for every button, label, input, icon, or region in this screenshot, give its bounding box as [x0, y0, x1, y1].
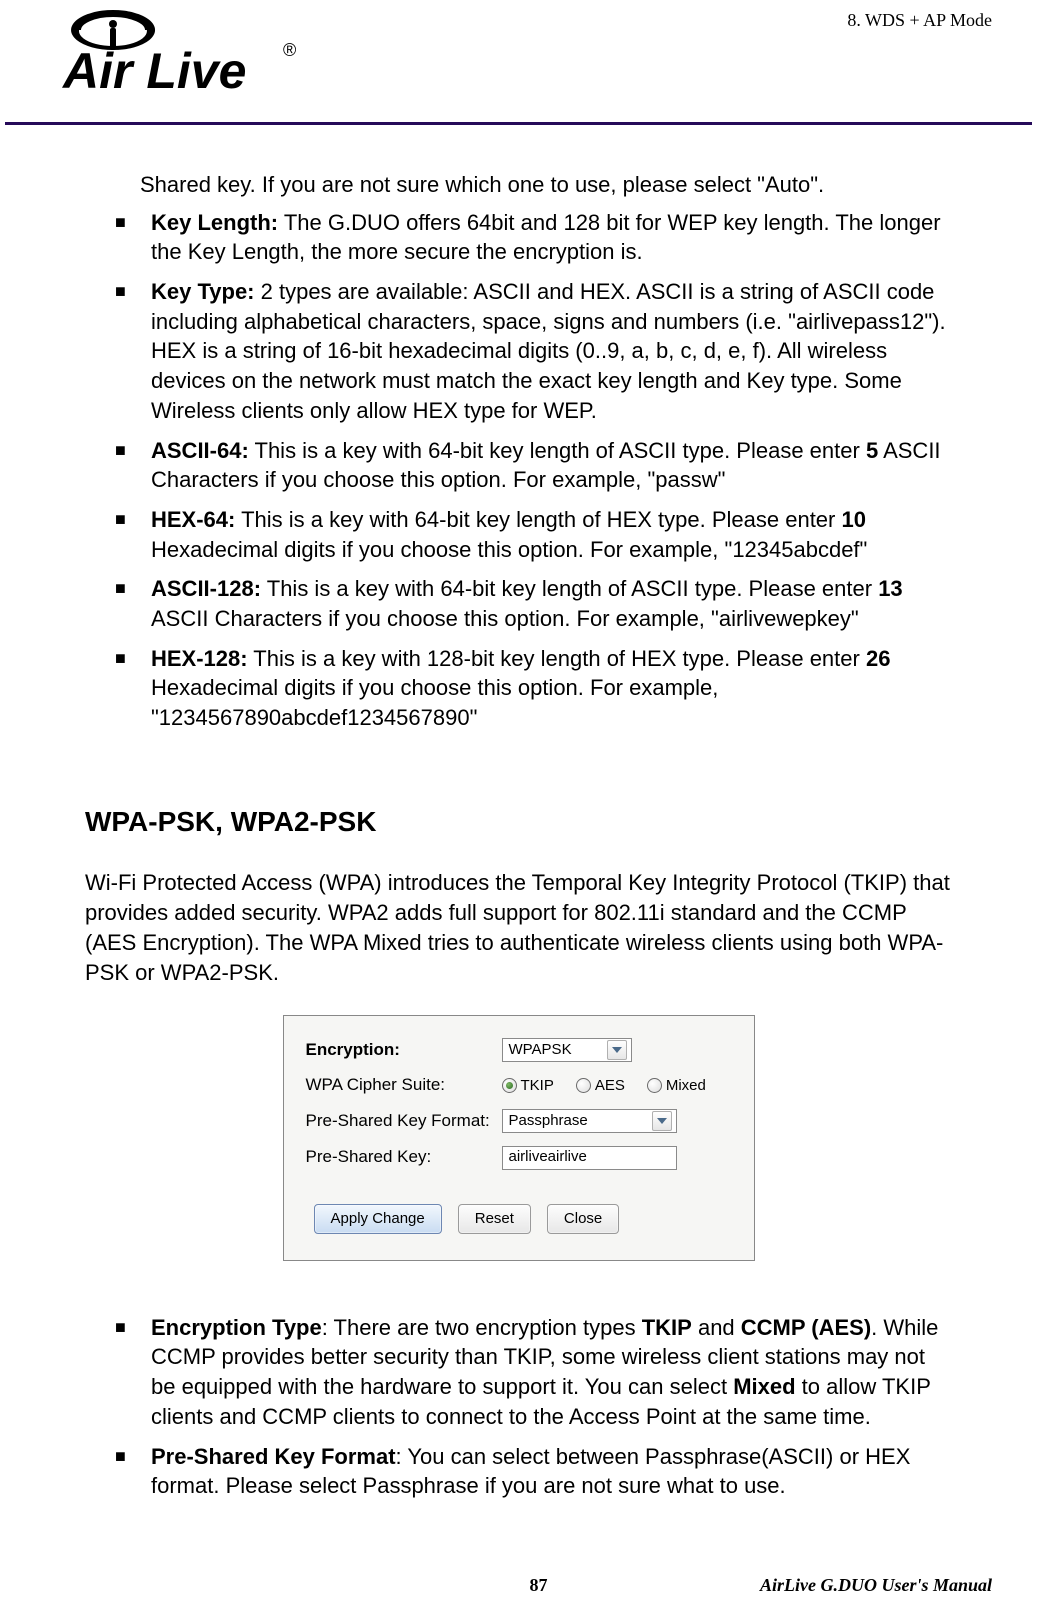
- param-name: Key Type:: [151, 279, 255, 304]
- page-number: 87: [530, 1575, 548, 1596]
- page-header: 8. WDS + AP Mode Air Live ®: [85, 10, 952, 130]
- param-value: 10: [841, 507, 865, 532]
- radio-icon: [502, 1078, 517, 1093]
- param-desc: This is a key with 64-bit key length of …: [249, 438, 866, 463]
- param-value: Mixed: [733, 1374, 795, 1399]
- param-desc: and: [692, 1315, 741, 1340]
- cipher-radio-mixed[interactable]: Mixed: [647, 1076, 706, 1096]
- wpa-section-body: Wi-Fi Protected Access (WPA) introduces …: [85, 868, 952, 987]
- param-desc: : There are two encryption types: [322, 1315, 642, 1340]
- cipher-radio-aes[interactable]: AES: [576, 1076, 625, 1096]
- wep-params-list: Key Length: The G.DUO offers 64bit and 1…: [85, 208, 952, 743]
- param-desc: This is a key with 64-bit key length of …: [261, 576, 878, 601]
- param-desc: Hexadecimal digits if you choose this op…: [151, 537, 867, 562]
- preshared-key-input[interactable]: airliveairlive: [502, 1146, 677, 1170]
- param-desc: ASCII Characters if you choose this opti…: [151, 606, 859, 631]
- encryption-label: Encryption:: [306, 1039, 502, 1062]
- key-format-label: Pre-Shared Key Format:: [306, 1110, 502, 1133]
- param-value: 5: [866, 438, 878, 463]
- radio-label: Mixed: [666, 1076, 706, 1096]
- manual-title: AirLive G.DUO User's Manual: [760, 1575, 992, 1596]
- chevron-down-icon: [652, 1111, 672, 1131]
- param-name: ASCII-128:: [151, 576, 261, 601]
- radio-icon: [647, 1078, 662, 1093]
- param-desc: This is a key with 64-bit key length of …: [235, 507, 841, 532]
- param-value: 13: [878, 576, 902, 601]
- param-value: CCMP (AES): [741, 1315, 871, 1340]
- key-format-value: Passphrase: [509, 1111, 588, 1131]
- svg-text:Air Live: Air Live: [61, 43, 246, 99]
- list-item: Encryption Type: There are two encryptio…: [115, 1313, 952, 1442]
- radio-label: TKIP: [521, 1076, 554, 1096]
- apply-change-button[interactable]: Apply Change: [314, 1204, 442, 1234]
- param-name: ASCII-64:: [151, 438, 249, 463]
- preshared-key-value: airliveairlive: [509, 1147, 587, 1167]
- encryption-value: WPAPSK: [509, 1040, 572, 1060]
- wpa-config-panel: Encryption: WPAPSK WPA Cipher Suite:: [283, 1015, 755, 1261]
- close-button[interactable]: Close: [547, 1204, 619, 1234]
- param-desc: Hexadecimal digits if you choose this op…: [151, 675, 718, 730]
- chevron-down-icon: [607, 1040, 627, 1060]
- cipher-radio-tkip[interactable]: TKIP: [502, 1076, 554, 1096]
- param-value: 26: [866, 646, 890, 671]
- param-value: TKIP: [642, 1315, 692, 1340]
- list-item: Key Type: 2 types are available: ASCII a…: [115, 277, 952, 435]
- param-name: Encryption Type: [151, 1315, 322, 1340]
- header-divider: [5, 122, 1032, 125]
- list-item: HEX-128: This is a key with 128-bit key …: [115, 644, 952, 743]
- list-item: ASCII-64: This is a key with 64-bit key …: [115, 436, 952, 505]
- param-desc: 2 types are available: ASCII and HEX. AS…: [151, 279, 946, 423]
- cipher-radio-group: TKIP AES Mixed: [502, 1076, 732, 1096]
- radio-label: AES: [595, 1076, 625, 1096]
- brand-logo: Air Live ®: [55, 6, 325, 100]
- param-name: Pre-Shared Key Format: [151, 1444, 396, 1469]
- page-footer: 87 AirLive G.DUO User's Manual: [85, 1575, 992, 1596]
- encryption-select[interactable]: WPAPSK: [502, 1038, 632, 1062]
- preshared-key-label: Pre-Shared Key:: [306, 1146, 502, 1169]
- param-desc: This is a key with 128-bit key length of…: [248, 646, 866, 671]
- encryption-params-list: Encryption Type: There are two encryptio…: [85, 1313, 952, 1511]
- param-name: HEX-64:: [151, 507, 235, 532]
- param-name: Key Length:: [151, 210, 278, 235]
- chapter-label: 8. WDS + AP Mode: [847, 10, 992, 31]
- param-name: HEX-128:: [151, 646, 248, 671]
- svg-text:®: ®: [283, 40, 296, 60]
- page-content: Shared key. If you are not sure which on…: [85, 170, 952, 1511]
- reset-button[interactable]: Reset: [458, 1204, 531, 1234]
- intro-text: Shared key. If you are not sure which on…: [140, 170, 952, 200]
- radio-icon: [576, 1078, 591, 1093]
- key-format-select[interactable]: Passphrase: [502, 1109, 677, 1133]
- list-item: HEX-64: This is a key with 64-bit key le…: [115, 505, 952, 574]
- list-item: Pre-Shared Key Format: You can select be…: [115, 1442, 952, 1511]
- list-item: ASCII-128: This is a key with 64-bit key…: [115, 574, 952, 643]
- wpa-section-heading: WPA-PSK, WPA2-PSK: [85, 803, 952, 841]
- cipher-label: WPA Cipher Suite:: [306, 1074, 502, 1097]
- list-item: Key Length: The G.DUO offers 64bit and 1…: [115, 208, 952, 277]
